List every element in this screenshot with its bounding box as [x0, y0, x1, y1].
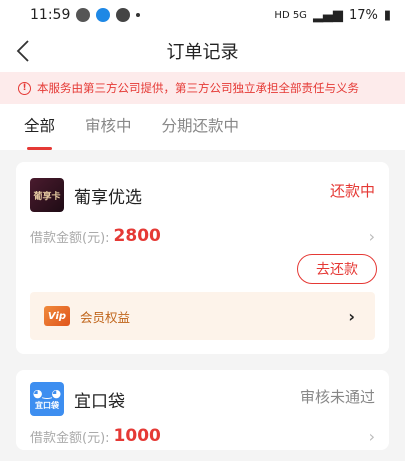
- tab-reviewing[interactable]: 审核中: [85, 114, 132, 150]
- amount-value: 2800: [113, 226, 161, 246]
- status-bar: 11:59 HD 5G ▂▄▆ 17% ▮: [0, 0, 405, 30]
- tab-installment[interactable]: 分期还款中: [162, 114, 240, 150]
- chevron-right-icon[interactable]: ›: [369, 227, 375, 246]
- repay-button[interactable]: 去还款: [297, 254, 377, 284]
- order-card[interactable]: 葡享卡 葡享优选 还款中 借款金额(元): 2800 › 去还款 Vip 会员权…: [16, 162, 389, 354]
- member-benefits-row[interactable]: Vip 会员权益 ›: [30, 292, 375, 340]
- amount-label: 借款金额(元):: [30, 430, 110, 446]
- signal-icon: ▂▄▆: [312, 7, 343, 23]
- qq-icon: [96, 8, 111, 22]
- merchant-logo: 葡享卡: [30, 178, 64, 212]
- vip-icon: Vip: [44, 306, 70, 326]
- member-benefits-label: 会员权益: [80, 309, 131, 325]
- merchant-name: 葡享优选: [74, 187, 142, 208]
- koala-icon: ◕‿◕: [32, 387, 62, 400]
- tab-bar: 全部 审核中 分期还款中: [0, 104, 405, 150]
- battery-level: 17%: [348, 7, 378, 23]
- battery-icon: ▮: [383, 7, 391, 23]
- chat-icon: [116, 8, 131, 22]
- info-icon: !: [18, 81, 31, 95]
- chevron-right-icon[interactable]: ›: [369, 427, 375, 446]
- message-icon: [76, 8, 91, 22]
- status-time: 11:59: [30, 7, 71, 23]
- nav-header: 订单记录: [0, 30, 405, 72]
- disclaimer-banner: ! 本服务由第三方公司提供，第三方公司独立承担全部责任与义务: [0, 72, 405, 104]
- more-notifications-icon: [136, 13, 141, 17]
- amount-value: 1000: [113, 426, 161, 446]
- disclaimer-text: 本服务由第三方公司提供，第三方公司独立承担全部责任与义务: [37, 81, 359, 95]
- order-status: 审核未通过: [299, 388, 375, 406]
- merchant-name: 宜口袋: [74, 391, 125, 412]
- order-status: 还款中: [329, 182, 375, 200]
- tab-all[interactable]: 全部: [24, 114, 55, 150]
- chevron-right-icon: ›: [348, 306, 355, 326]
- back-button[interactable]: [0, 30, 46, 72]
- chevron-left-icon: [16, 40, 29, 62]
- page-title: 订单记录: [166, 42, 239, 63]
- merchant-logo: ◕‿◕ 宜口袋: [30, 382, 64, 416]
- amount-label: 借款金额(元):: [30, 230, 110, 246]
- order-card[interactable]: ◕‿◕ 宜口袋 宜口袋 审核未通过 借款金额(元): 1000 ›: [16, 370, 389, 450]
- network-indicator: HD 5G: [274, 9, 307, 21]
